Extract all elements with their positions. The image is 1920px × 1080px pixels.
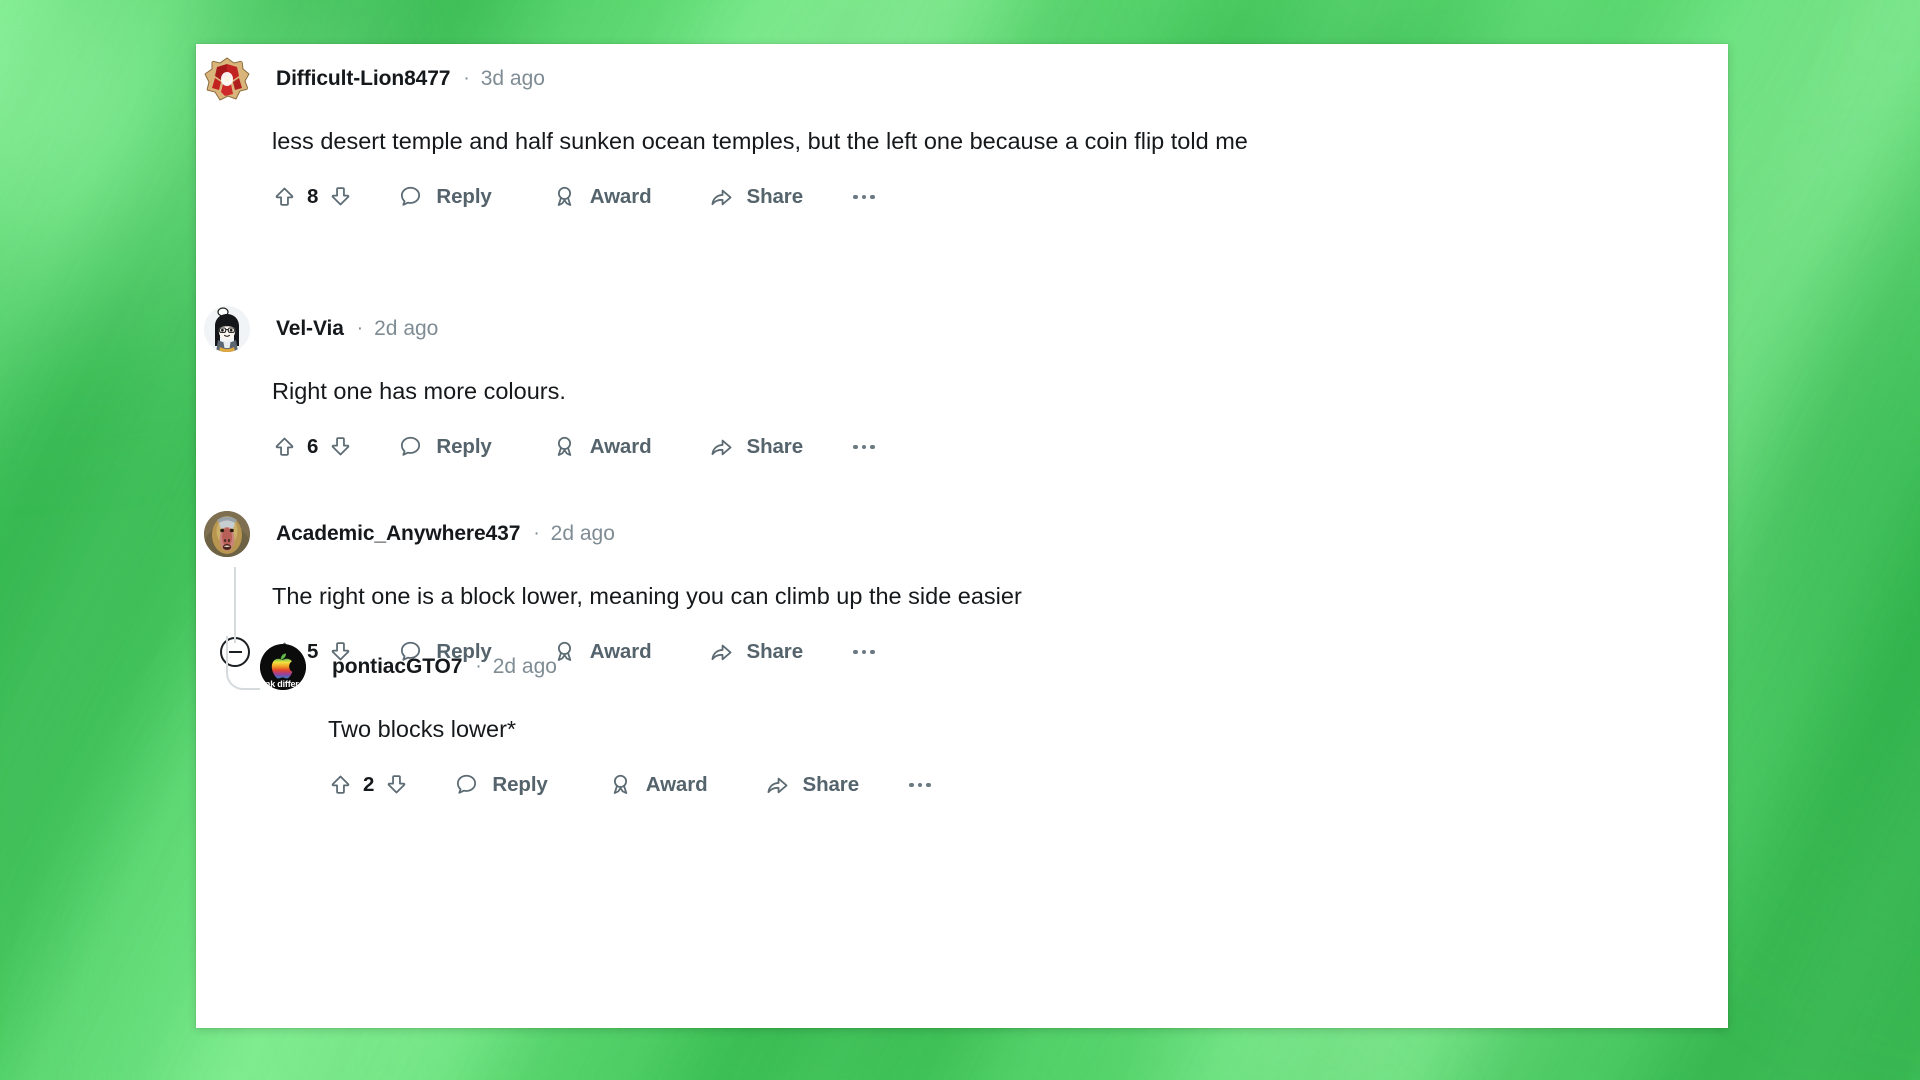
comment-header: Academic_Anywhere437 · 2d ago: [204, 511, 1022, 557]
more-options-button[interactable]: [853, 444, 875, 450]
downvote-arrow-icon: [332, 187, 350, 206]
comment-username[interactable]: Vel-Via: [276, 317, 344, 341]
share-arrow-icon: [711, 440, 731, 456]
ellipsis-icon: [853, 194, 875, 200]
upvote-arrow-icon: [275, 438, 294, 457]
award-label: Award: [589, 434, 652, 458]
award-button[interactable]: Award: [552, 434, 652, 459]
comment-timestamp: 2d ago: [550, 522, 615, 545]
vote-group: 8: [272, 184, 353, 209]
comment-header: think different pontiacGTO7 · 2d ago: [260, 644, 931, 690]
more-options-button[interactable]: [909, 782, 931, 788]
reply-button[interactable]: Reply: [454, 772, 548, 797]
vote-group: 2: [328, 772, 409, 797]
share-label: Share: [746, 434, 804, 458]
comment-username[interactable]: Difficult-Lion8477: [276, 67, 450, 91]
share-arrow-icon: [767, 778, 787, 794]
lion-crest-avatar-icon: [204, 57, 250, 101]
downvote-button[interactable]: [328, 434, 353, 459]
anime-character-avatar-icon: [204, 306, 250, 352]
comment-bubble-icon: [401, 437, 421, 457]
award-button[interactable]: Award: [608, 772, 708, 797]
award-button[interactable]: Award: [552, 184, 652, 209]
upvote-arrow-icon: [275, 188, 294, 207]
avatar[interactable]: [204, 56, 250, 102]
separator-dot: ·: [475, 656, 482, 677]
comment-bubble-icon: [457, 775, 477, 795]
comment-thread-item: Difficult-Lion8477 · 3d ago less desert …: [204, 56, 1248, 214]
avatar[interactable]: think different: [260, 644, 306, 690]
comment-action-bar: 8 Reply Award Share: [272, 180, 1248, 214]
share-button[interactable]: Share: [709, 434, 803, 459]
downvote-arrow-icon: [332, 437, 350, 456]
downvote-arrow-icon: [388, 775, 406, 794]
vote-score: 6: [307, 434, 319, 458]
avatar[interactable]: [204, 306, 250, 352]
reply-button[interactable]: Reply: [398, 434, 492, 459]
comment-header: Vel-Via · 2d ago: [204, 306, 875, 352]
share-button[interactable]: Share: [765, 772, 859, 797]
comment-timestamp: 2d ago: [374, 317, 439, 340]
share-arrow-icon: [711, 190, 731, 206]
comment-bubble-icon: [401, 187, 421, 207]
award-label: Award: [645, 772, 708, 796]
separator-dot: ·: [463, 68, 470, 89]
avatar[interactable]: [204, 511, 250, 557]
comment-action-bar: 6 Reply Award Share: [272, 430, 875, 464]
award-ribbon-icon: [557, 437, 571, 457]
share-label: Share: [802, 772, 860, 796]
reply-label: Reply: [492, 772, 548, 796]
comment-body: The right one is a block lower, meaning …: [272, 583, 1022, 609]
apple-caption: think different: [260, 679, 306, 689]
reply-label: Reply: [436, 434, 492, 458]
comment-thread-item-nested: think different pontiacGTO7 · 2d ago Two…: [260, 644, 931, 802]
comment-username[interactable]: Academic_Anywhere437: [276, 522, 520, 546]
thread-line: [234, 567, 236, 643]
separator-dot: ·: [356, 318, 364, 339]
upvote-arrow-icon: [331, 776, 350, 795]
upvote-button[interactable]: [328, 772, 353, 797]
reply-button[interactable]: Reply: [398, 184, 492, 209]
thread-curve-line: [226, 636, 260, 690]
upvote-button[interactable]: [272, 434, 297, 459]
reply-label: Reply: [436, 184, 492, 208]
award-ribbon-icon: [613, 775, 627, 795]
comment-username[interactable]: pontiacGTO7: [332, 655, 462, 679]
ellipsis-icon: [853, 444, 875, 450]
apple-logo-avatar-icon: think different: [260, 644, 306, 690]
comment-action-bar: 2 Reply Award Share: [328, 768, 931, 802]
comments-card: Difficult-Lion8477 · 3d ago less desert …: [196, 44, 1728, 1028]
downvote-button[interactable]: [384, 772, 409, 797]
comment-body: Right one has more colours.: [272, 378, 566, 404]
comment-header: Difficult-Lion8477 · 3d ago: [204, 56, 1248, 102]
separator-dot: ·: [533, 523, 540, 544]
comment-timestamp: 3d ago: [480, 67, 545, 90]
comment-body: Two blocks lower*: [328, 716, 517, 742]
comment-thread-item: Vel-Via · 2d ago Right one has more colo…: [204, 306, 875, 464]
share-button[interactable]: Share: [709, 184, 803, 209]
award-label: Award: [589, 184, 652, 208]
comment-body: less desert temple and half sunken ocean…: [272, 128, 1248, 154]
ellipsis-icon: [909, 782, 931, 788]
vote-score: 8: [307, 184, 319, 208]
downvote-button[interactable]: [328, 184, 353, 209]
comment-timestamp: 2d ago: [492, 655, 557, 678]
upvote-button[interactable]: [272, 184, 297, 209]
vote-group: 6: [272, 434, 353, 459]
vote-score: 2: [363, 772, 375, 796]
baboon-photo-avatar-icon: [204, 511, 250, 557]
more-options-button[interactable]: [853, 194, 875, 200]
share-label: Share: [746, 184, 804, 208]
award-ribbon-icon: [557, 187, 571, 207]
